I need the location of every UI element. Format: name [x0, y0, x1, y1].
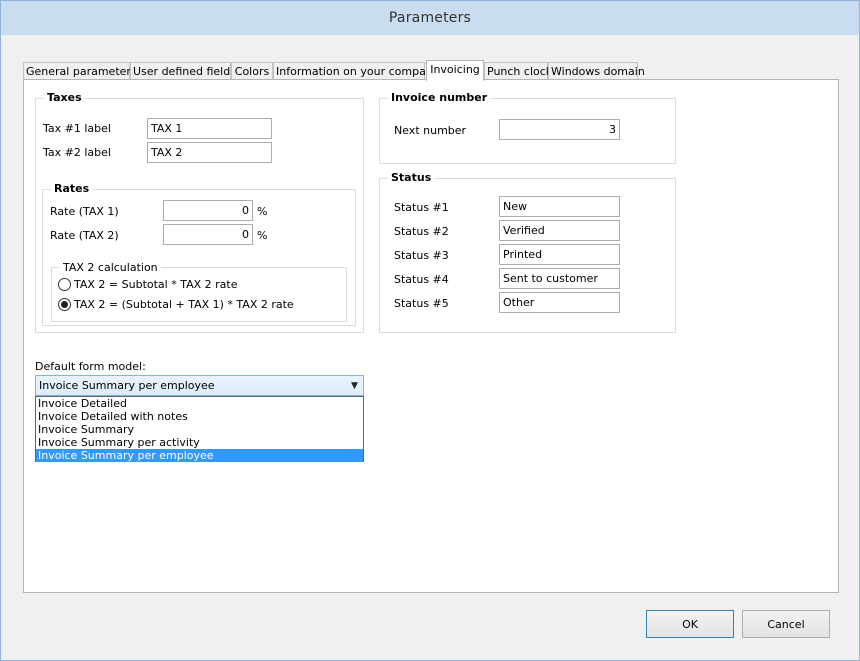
form-model-option[interactable]: Invoice Detailed — [36, 397, 363, 410]
tab-colors[interactable]: Colors — [231, 62, 273, 80]
invoice-number-group: Invoice number Next number — [379, 91, 676, 164]
tax1-label: Tax #1 label — [43, 122, 111, 135]
status-group: Status Status #1 Status #2 Status #3 Sta… — [379, 171, 676, 333]
rate1-input[interactable] — [163, 200, 253, 221]
default-form-model-selected: Invoice Summary per employee — [39, 379, 215, 392]
tax1-label-input[interactable] — [147, 118, 272, 139]
status-5-input[interactable] — [499, 292, 620, 313]
tab-information-on-your-company[interactable]: Information on your company — [273, 62, 439, 80]
tab-general-parameters[interactable]: General parameters — [23, 62, 137, 80]
default-form-model-label: Default form model: — [35, 360, 146, 373]
window-title: Parameters — [388, 10, 472, 26]
rate2-percent: % — [257, 229, 268, 242]
title-bar[interactable]: Parameters — [1, 1, 859, 35]
tax2-label: Tax #2 label — [43, 146, 111, 159]
radio-checked-icon[interactable] — [58, 298, 71, 311]
tax2-calculation-title: TAX 2 calculation — [60, 261, 161, 274]
tab-punch-clock[interactable]: Punch clock — [484, 62, 552, 80]
status-1-input[interactable] — [499, 196, 620, 217]
form-model-option[interactable]: Invoice Detailed with notes — [36, 410, 363, 423]
tax2-label-input[interactable] — [147, 142, 272, 163]
next-number-label: Next number — [394, 124, 467, 137]
status-group-title: Status — [388, 171, 435, 184]
form-model-option[interactable]: Invoice Summary — [36, 423, 363, 436]
radio-unchecked-icon[interactable] — [58, 278, 71, 291]
tax2-calc-option-1-label: TAX 2 = Subtotal * TAX 2 rate — [74, 278, 238, 291]
tab-user-defined-fields[interactable]: User defined fields — [130, 62, 236, 80]
rates-group-title: Rates — [51, 182, 93, 195]
client-area: General parameters User defined fields C… — [9, 35, 851, 654]
rate2-label: Rate (TAX 2) — [50, 229, 119, 242]
form-model-option[interactable]: Invoice Summary per activity — [36, 436, 363, 449]
parameters-window: Parameters General parameters User defin… — [0, 0, 860, 661]
rate2-input[interactable] — [163, 224, 253, 245]
rate1-percent: % — [257, 205, 268, 218]
rates-group: Rates Rate (TAX 1) % Rate (TAX 2) % TAX … — [42, 182, 356, 326]
status-3-label: Status #3 — [394, 249, 449, 262]
invoicing-panel: Taxes Tax #1 label Tax #2 label Rates Ra… — [23, 79, 839, 593]
tax2-calc-option-2[interactable]: TAX 2 = (Subtotal + TAX 1) * TAX 2 rate — [58, 298, 294, 311]
taxes-group-title: Taxes — [44, 91, 85, 104]
status-4-input[interactable] — [499, 268, 620, 289]
rate1-label: Rate (TAX 1) — [50, 205, 119, 218]
ok-button[interactable]: OK — [646, 610, 734, 638]
status-1-label: Status #1 — [394, 201, 449, 214]
tax2-calculation-group: TAX 2 calculation TAX 2 = Subtotal * TAX… — [51, 261, 347, 322]
cancel-button[interactable]: Cancel — [742, 610, 830, 638]
default-form-model-combobox[interactable]: Invoice Summary per employee ▼ — [35, 375, 364, 396]
status-2-input[interactable] — [499, 220, 620, 241]
default-form-model-dropdown: Invoice Detailed Invoice Detailed with n… — [35, 396, 364, 462]
status-2-label: Status #2 — [394, 225, 449, 238]
tax2-calc-option-2-label: TAX 2 = (Subtotal + TAX 1) * TAX 2 rate — [74, 298, 294, 311]
status-4-label: Status #4 — [394, 273, 449, 286]
tab-windows-domain[interactable]: Windows domain — [548, 62, 645, 80]
taxes-group: Taxes Tax #1 label Tax #2 label Rates Ra… — [35, 91, 364, 333]
form-model-option-selected[interactable]: Invoice Summary per employee — [36, 449, 363, 462]
tab-invoicing[interactable]: Invoicing — [426, 60, 484, 81]
invoice-number-title: Invoice number — [388, 91, 491, 104]
next-number-input[interactable] — [499, 119, 620, 140]
tax2-calc-option-1[interactable]: TAX 2 = Subtotal * TAX 2 rate — [58, 278, 237, 291]
status-3-input[interactable] — [499, 244, 620, 265]
chevron-down-icon[interactable]: ▼ — [346, 376, 363, 395]
status-5-label: Status #5 — [394, 297, 449, 310]
